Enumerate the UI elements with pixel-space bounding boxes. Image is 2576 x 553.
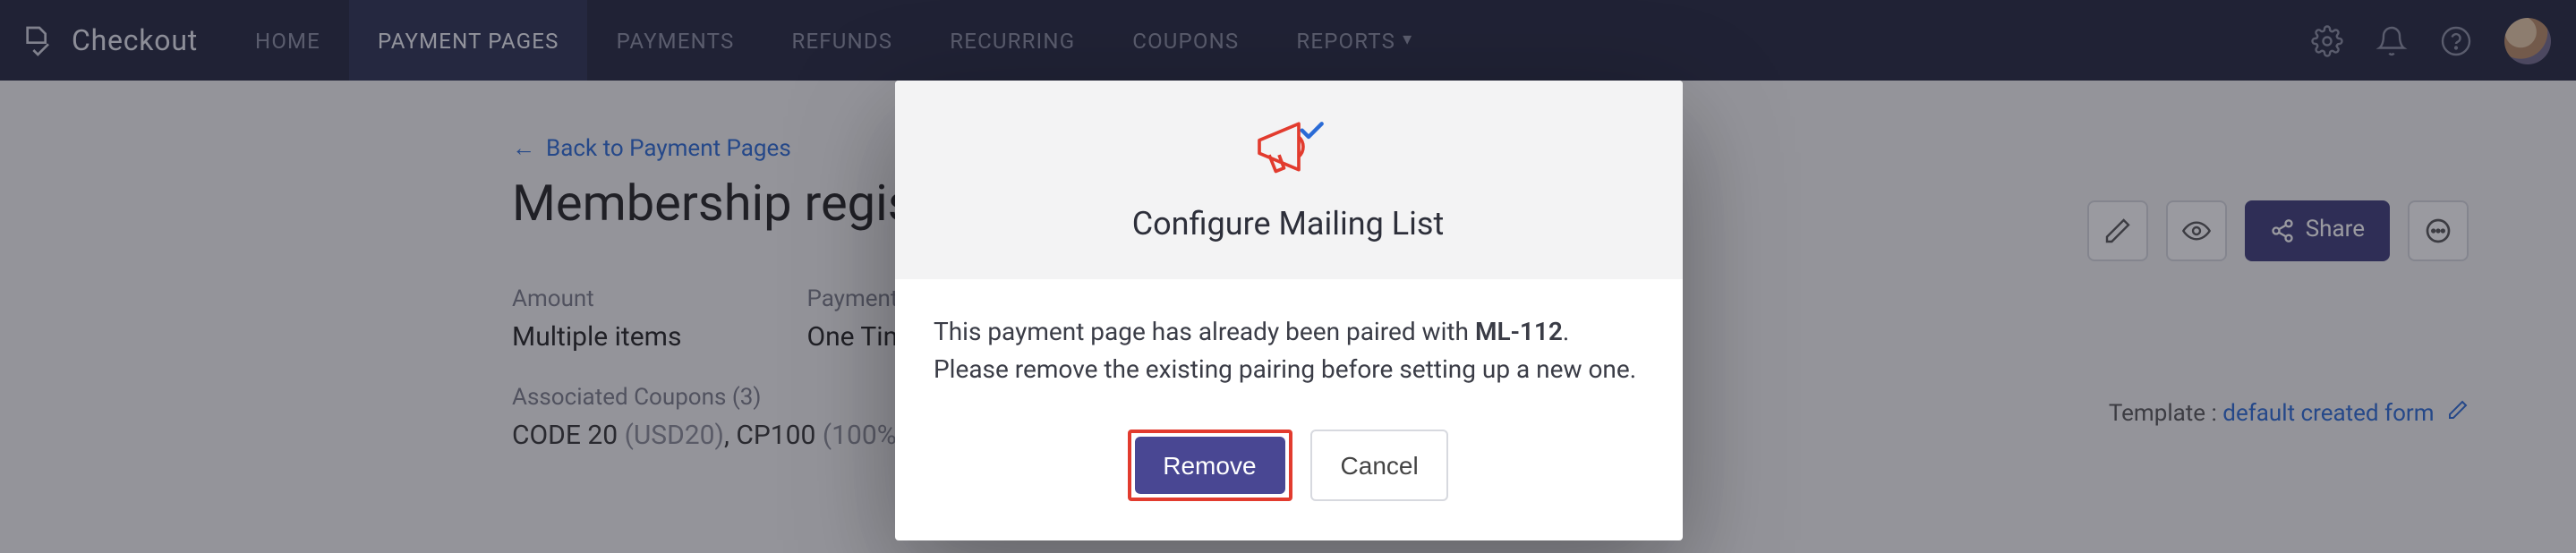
modal-overlay[interactable]: Configure Mailing List This payment page… bbox=[0, 0, 2576, 553]
configure-mailing-list-modal: Configure Mailing List This payment page… bbox=[894, 81, 1682, 540]
megaphone-check-icon bbox=[1249, 113, 1327, 181]
modal-title: Configure Mailing List bbox=[930, 206, 1646, 243]
cancel-button[interactable]: Cancel bbox=[1310, 430, 1449, 501]
mailing-list-id: ML-112 bbox=[1475, 319, 1563, 347]
modal-footer: Remove Cancel bbox=[894, 404, 1682, 540]
modal-header: Configure Mailing List bbox=[894, 81, 1682, 279]
remove-button[interactable]: Remove bbox=[1134, 437, 1284, 494]
remove-button-highlight: Remove bbox=[1127, 430, 1292, 501]
modal-body: This payment page has already been paire… bbox=[894, 279, 1682, 404]
